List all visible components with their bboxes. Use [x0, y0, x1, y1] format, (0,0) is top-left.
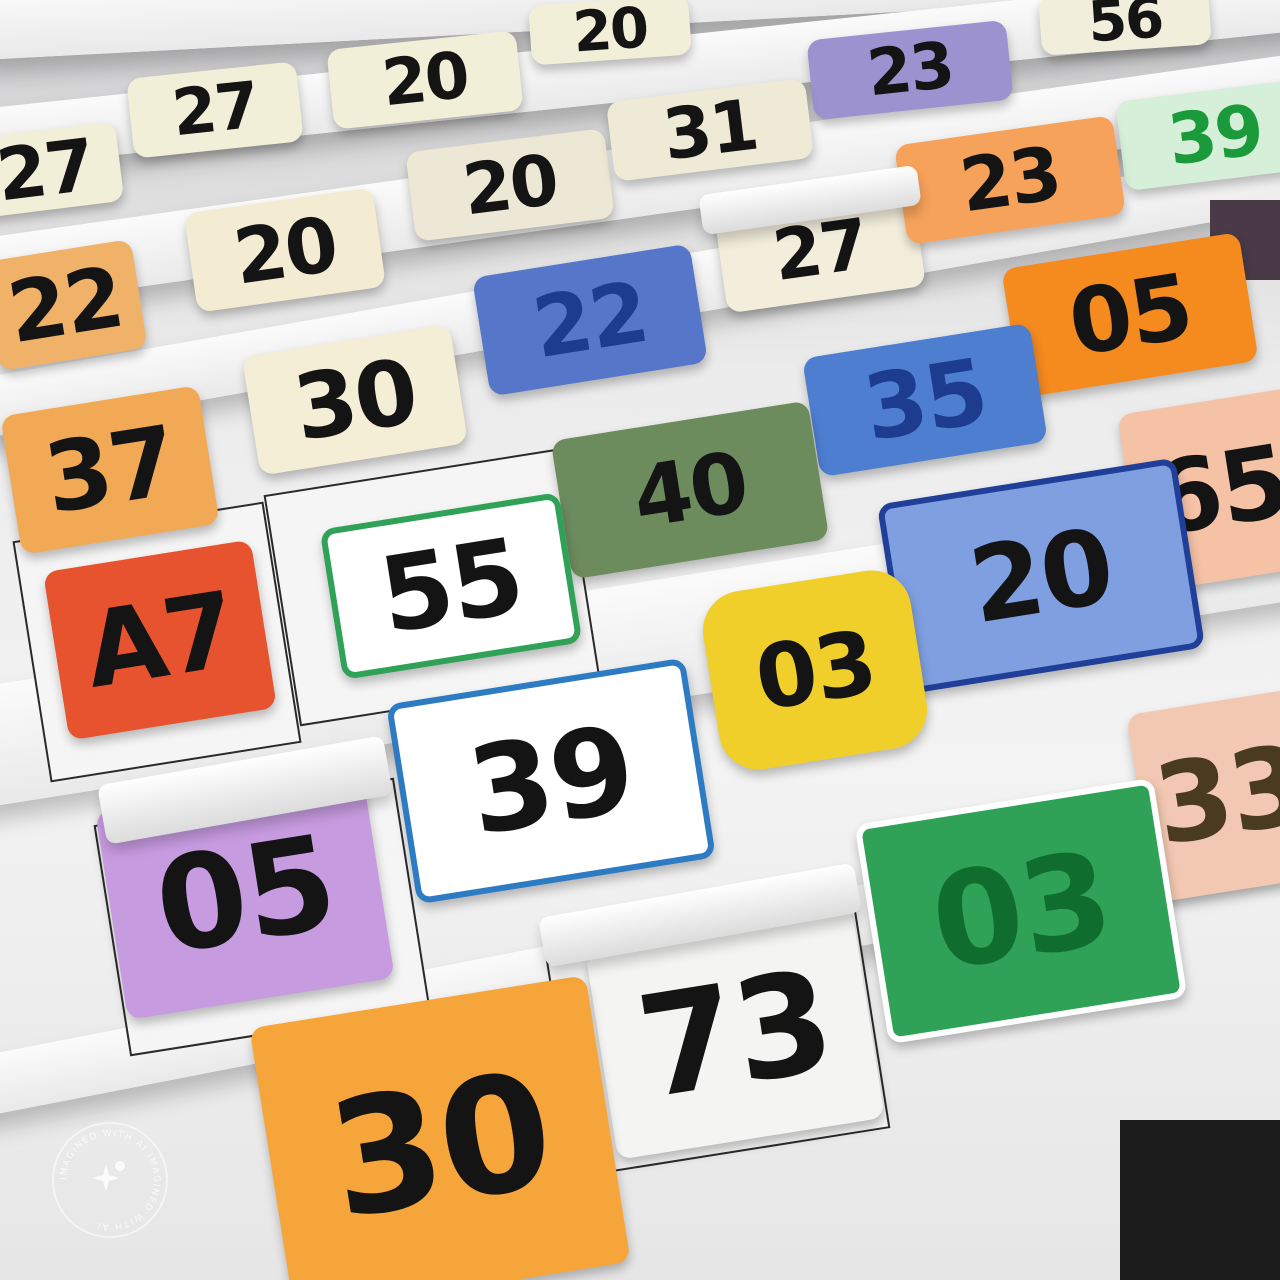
watermark-badge: IMAGINED WITH AI IMAGINED WITH AI	[52, 1122, 168, 1238]
number-tile: 30	[249, 975, 631, 1280]
watermark-text: IMAGINED WITH AI IMAGINED WITH AI	[59, 1129, 161, 1231]
number-tile: 40	[550, 400, 830, 580]
number-tile: 35	[802, 322, 1048, 478]
number-tile: 03	[854, 777, 1188, 1045]
number-tile: 22	[0, 238, 148, 372]
number-tile: 20	[876, 457, 1206, 695]
number-tile: 03	[697, 564, 933, 776]
number-tile: 20	[528, 0, 692, 66]
number-tile: 27	[126, 61, 304, 159]
number-tile: 20	[405, 128, 615, 242]
dark-background-corner	[1120, 1120, 1280, 1280]
number-tile: 27	[0, 121, 125, 219]
number-tile: 05	[1001, 232, 1259, 398]
number-tile: A7	[42, 539, 278, 741]
number-tile: 56	[1038, 0, 1212, 56]
number-tile: 22	[471, 243, 709, 397]
calendar-photo: 20 56 27 20 23 27 20 31 39 20 27 23 22 2…	[0, 0, 1280, 1280]
watermark-text-ring: IMAGINED WITH AI IMAGINED WITH AI	[59, 1129, 161, 1231]
